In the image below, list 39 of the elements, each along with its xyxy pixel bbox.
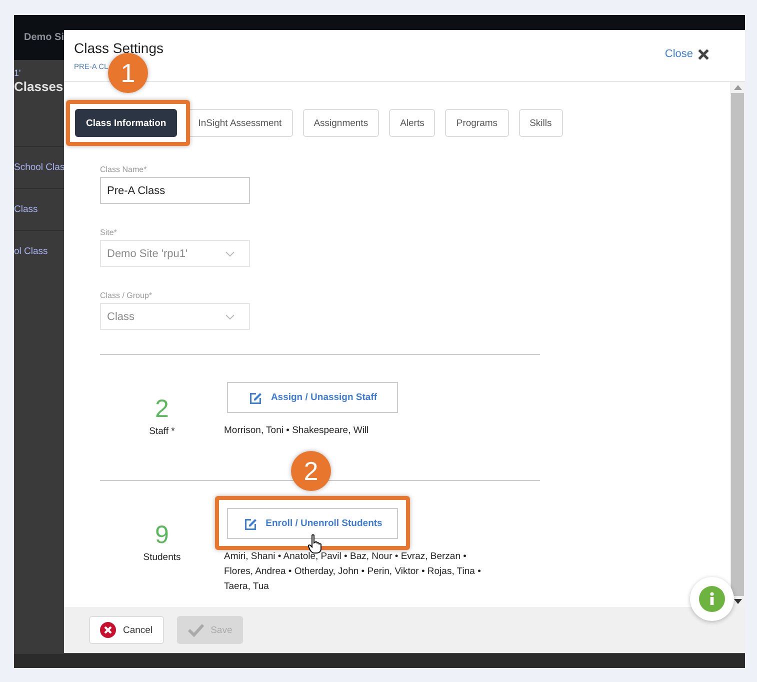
page-heading: Classes (14, 79, 64, 94)
chevron-down-icon (225, 250, 235, 256)
tab[interactable]: Assignments (302, 109, 380, 137)
tab[interactable]: Skills (518, 109, 563, 137)
count-label: Staff * (149, 426, 175, 437)
scrollbar[interactable] (730, 82, 745, 607)
class-link[interactable]: Class (14, 204, 38, 215)
class-link[interactable]: ol Class (14, 246, 48, 257)
site-label: Demo Si (24, 32, 64, 43)
dialog-title: Class Settings (74, 40, 164, 56)
breadcrumb: 1' (14, 68, 21, 78)
input-field[interactable]: Pre-A Class (100, 177, 250, 204)
edit-button[interactable]: Enroll / Unenroll Students (227, 508, 398, 539)
scroll-down-icon[interactable] (734, 599, 742, 604)
scroll-up-icon[interactable] (734, 85, 742, 90)
edit-button[interactable]: Assign / Unassign Staff (227, 382, 398, 413)
cancel-button[interactable]: Cancel (89, 616, 164, 644)
cancel-icon (100, 622, 116, 638)
hand-cursor-icon (308, 534, 322, 554)
field-label: Class / Group* (100, 291, 154, 300)
count: 9 (155, 522, 169, 548)
field-label: Site* (100, 228, 118, 237)
class-link[interactable]: School Clas (14, 162, 65, 173)
count-label: Students (143, 552, 181, 563)
tab[interactable]: InSight Assessment (187, 109, 293, 137)
tab[interactable]: Programs (445, 109, 509, 137)
tab[interactable]: Alerts (389, 109, 436, 137)
field-label: Class Name* (100, 165, 148, 174)
edit-icon (248, 390, 263, 405)
close-icon (698, 48, 709, 60)
chevron-down-icon (225, 314, 235, 320)
edit-icon (242, 516, 258, 531)
close-link[interactable]: Close (664, 48, 709, 60)
member-list: Amiri, Shani • Anatole, Pavil • Baz, Nour • Evraz, Berzan • Flores, Andrea • Otherday, John • Perin, Viktor • Rojas, Tina • Taera, Tua (224, 549, 489, 594)
info-icon (699, 586, 725, 612)
check-icon (188, 623, 204, 637)
count: 2 (155, 396, 169, 422)
tab[interactable]: Class Information (75, 109, 178, 137)
member-list: Morrison, Toni • Shakespeare, Will (224, 423, 489, 438)
